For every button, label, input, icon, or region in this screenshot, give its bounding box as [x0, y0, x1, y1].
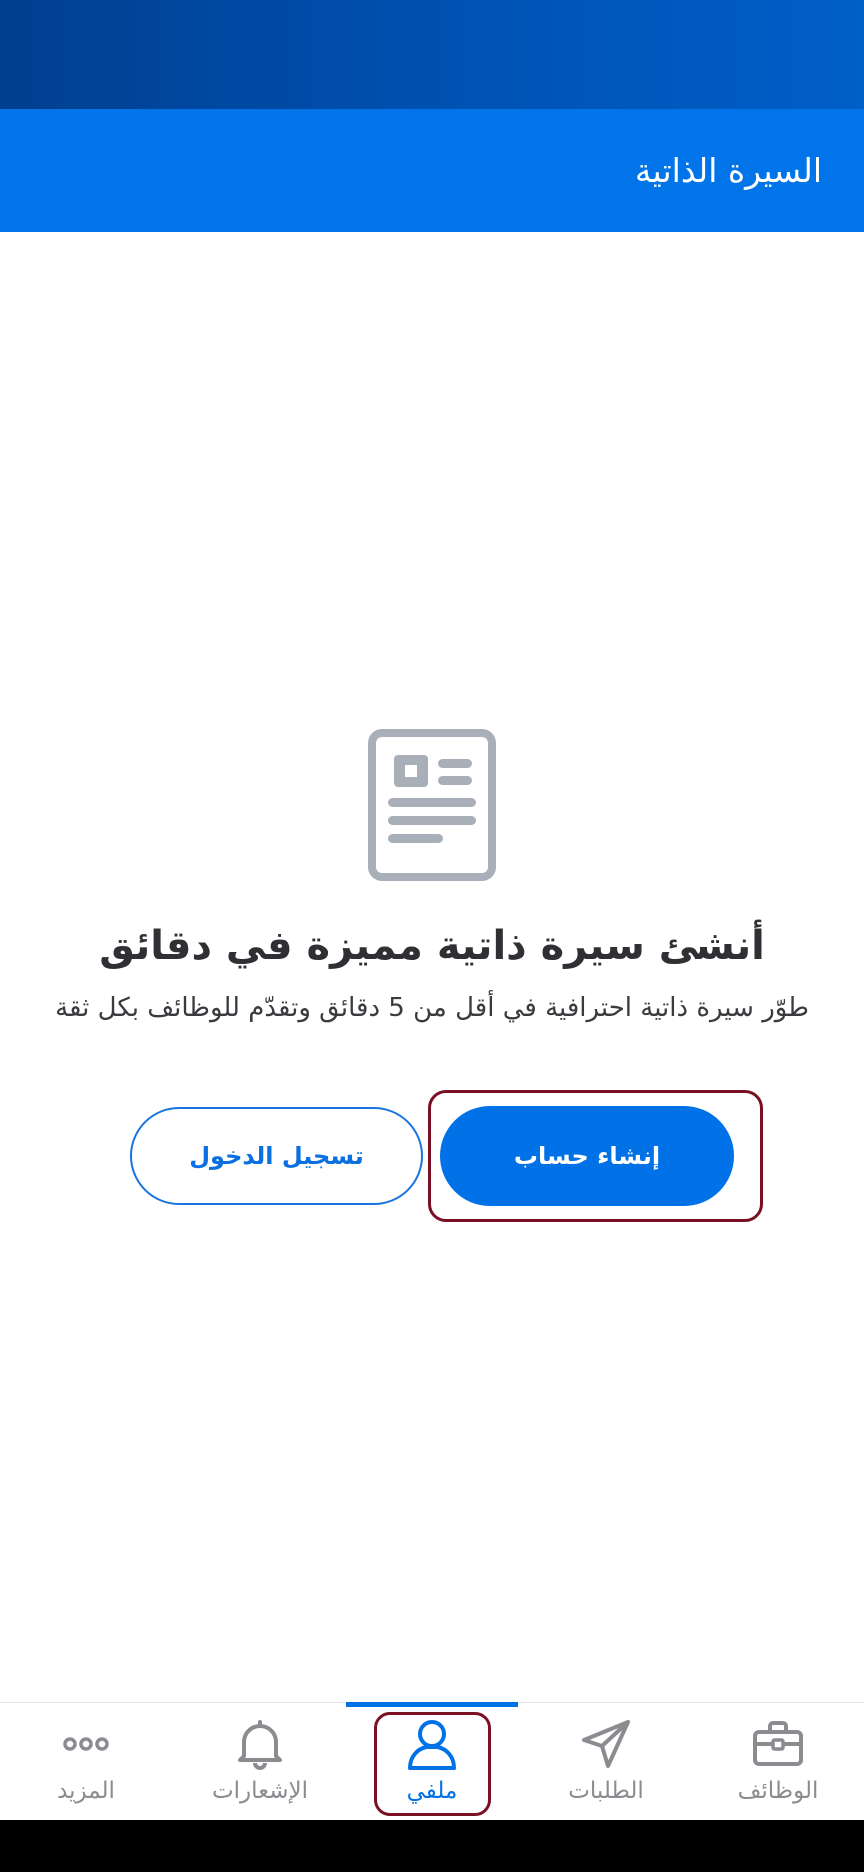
- tab-label: ملفي: [406, 1778, 458, 1804]
- page-title: السيرة الذاتية: [634, 151, 822, 190]
- empty-state-description: طوّر سيرة ذاتية احترافية في أقل من 5 دقا…: [55, 993, 809, 1023]
- system-navigation-bar: [0, 1820, 864, 1872]
- app-header: السيرة الذاتية: [0, 109, 864, 232]
- tab-label: الطلبات: [568, 1778, 644, 1804]
- tab-more[interactable]: المزيد: [0, 1712, 172, 1812]
- tab-label: المزيد: [57, 1778, 115, 1804]
- tab-profile[interactable]: ملفي: [346, 1712, 518, 1812]
- more-dots-icon: [63, 1737, 109, 1751]
- user-icon: [408, 1720, 456, 1770]
- tab-applications[interactable]: الطلبات: [520, 1712, 692, 1812]
- create-account-button[interactable]: إنشاء حساب: [440, 1106, 734, 1206]
- paper-plane-icon: [582, 1720, 630, 1768]
- tab-label: الإشعارات: [211, 1778, 309, 1804]
- tab-label: الوظائف: [737, 1778, 819, 1804]
- tab-notifications[interactable]: الإشعارات: [174, 1712, 346, 1812]
- resume-document-icon: [368, 729, 496, 881]
- status-bar: [0, 0, 864, 109]
- tab-jobs[interactable]: الوظائف: [692, 1712, 864, 1812]
- active-tab-indicator: [346, 1702, 518, 1707]
- login-button[interactable]: تسجيل الدخول: [130, 1107, 423, 1205]
- bell-icon: [238, 1720, 282, 1770]
- briefcase-icon: [753, 1721, 803, 1766]
- empty-state-headline: أنشئ سيرة ذاتية مميزة في دقائق: [99, 923, 765, 969]
